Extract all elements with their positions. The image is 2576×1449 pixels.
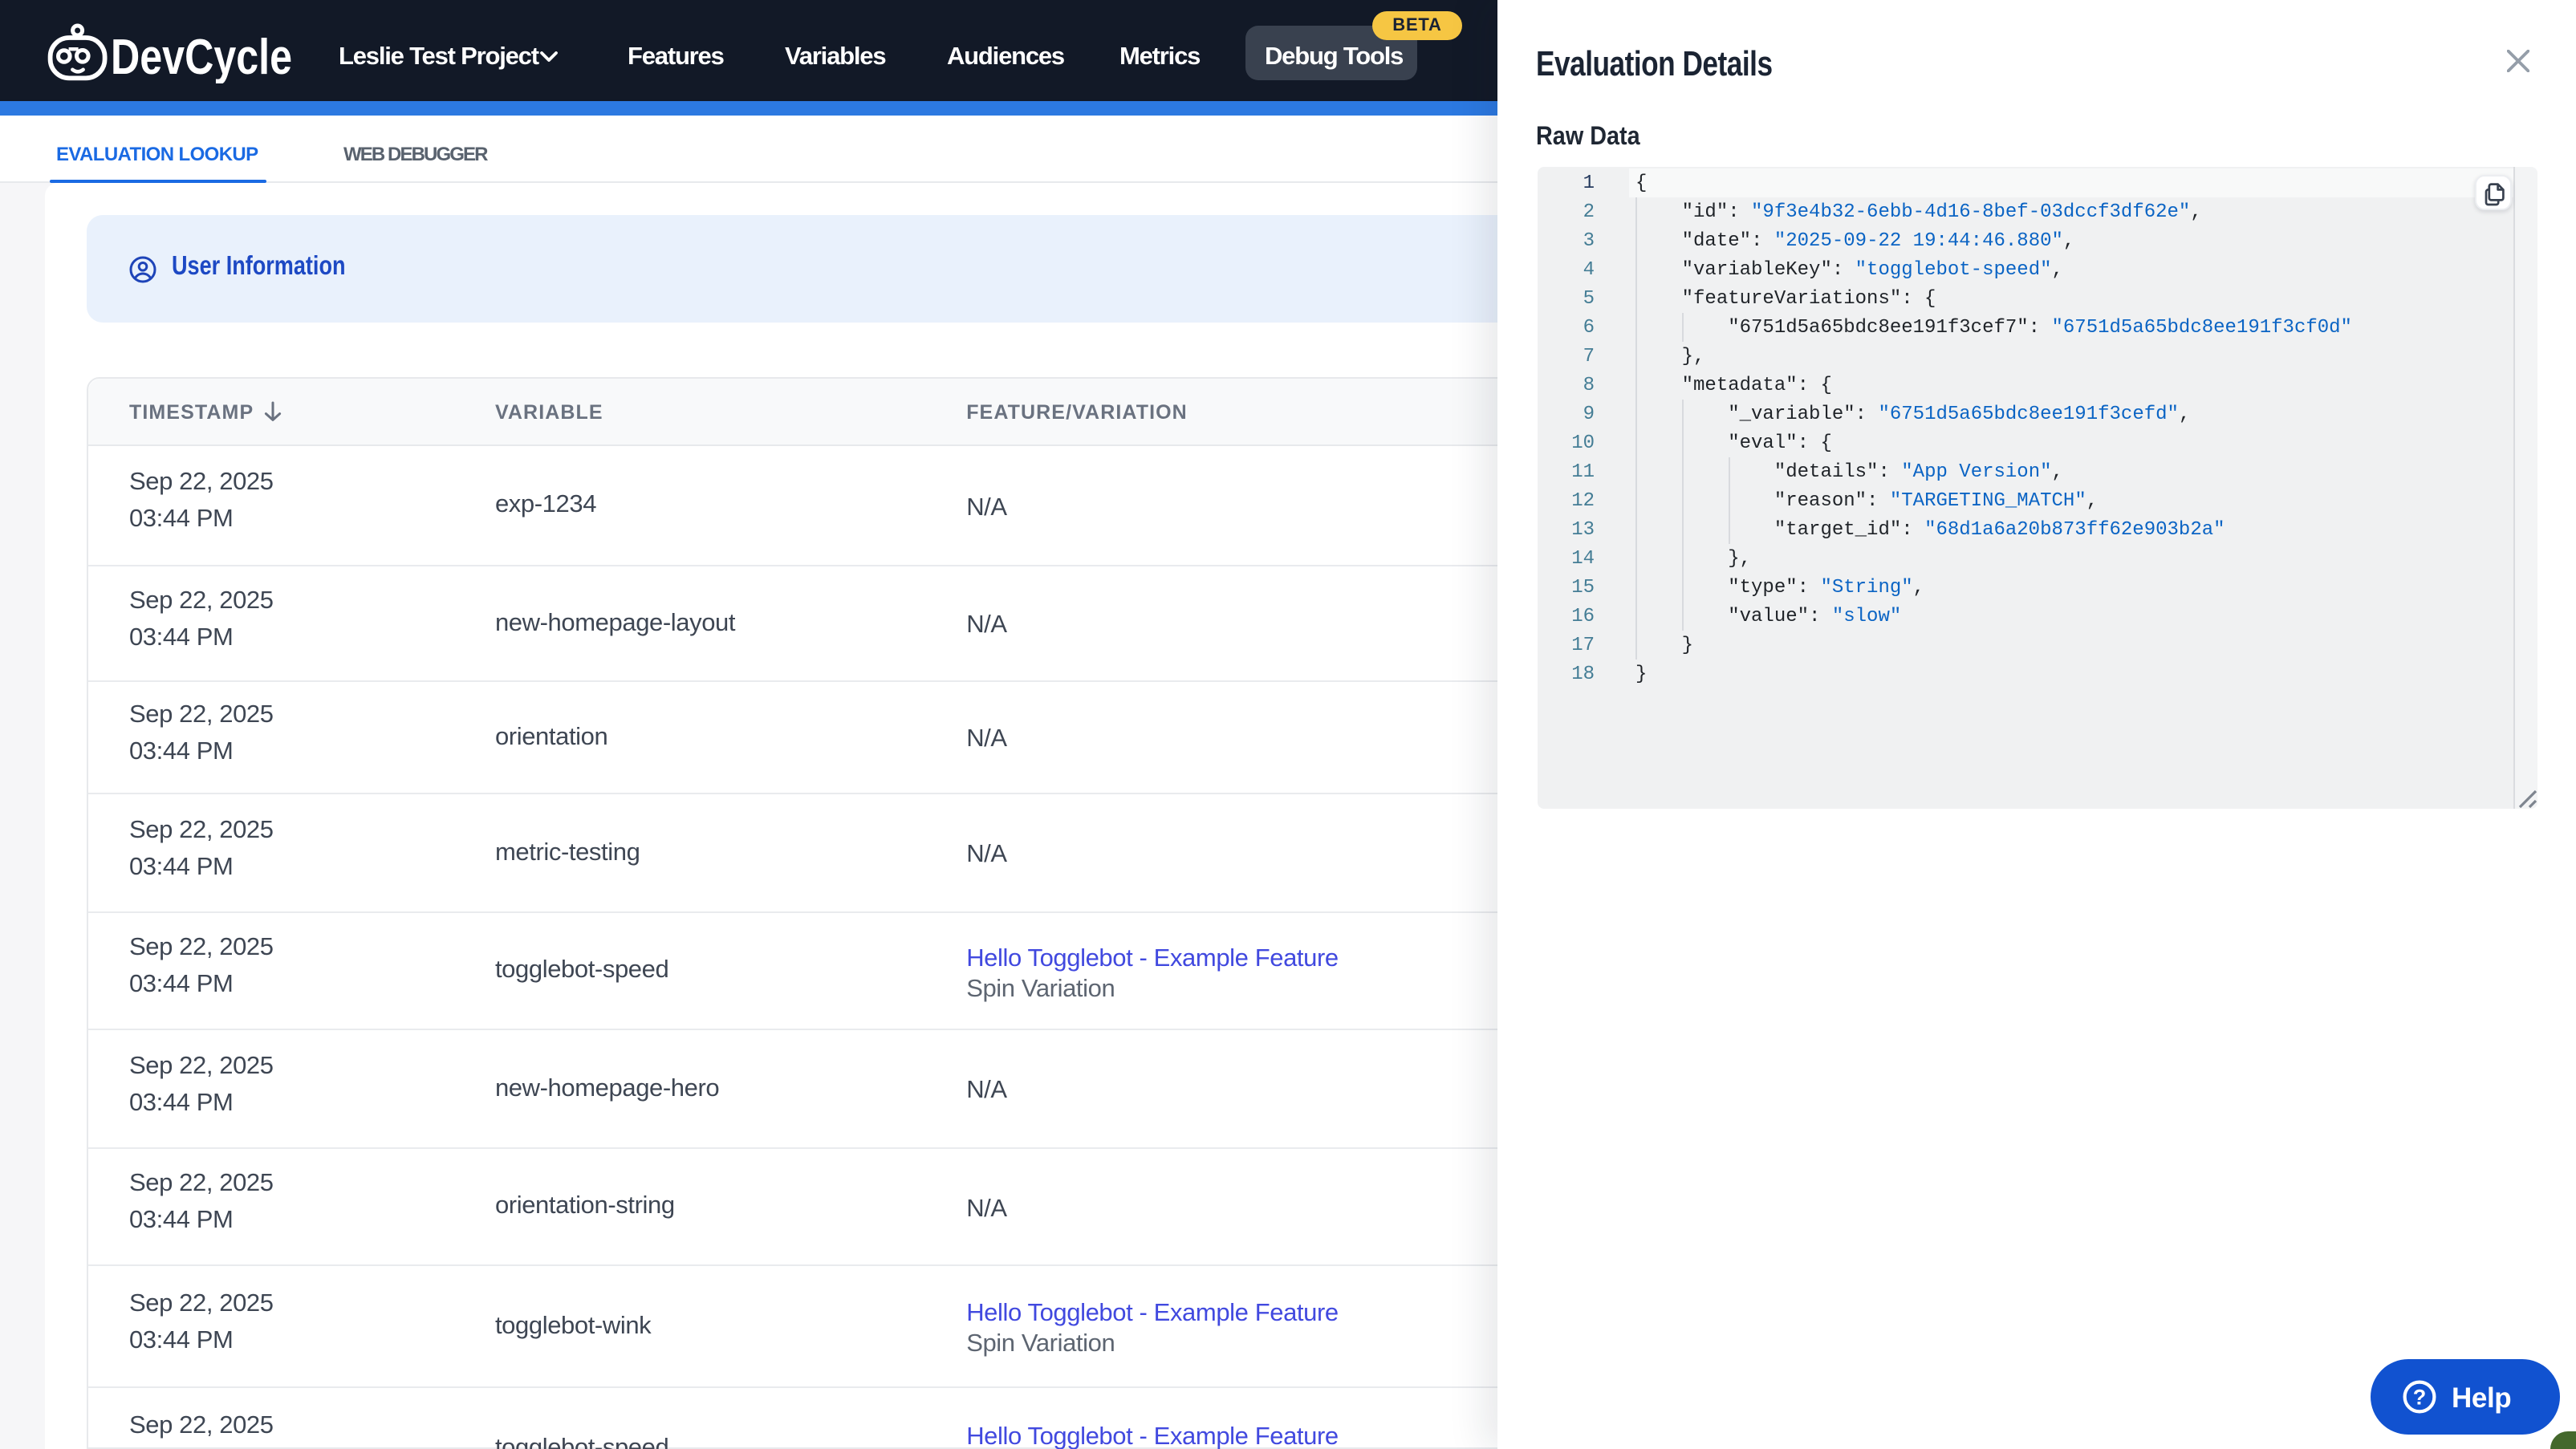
svg-text:?: ?: [2412, 1386, 2426, 1410]
svg-text:DevCycle: DevCycle: [111, 32, 292, 83]
